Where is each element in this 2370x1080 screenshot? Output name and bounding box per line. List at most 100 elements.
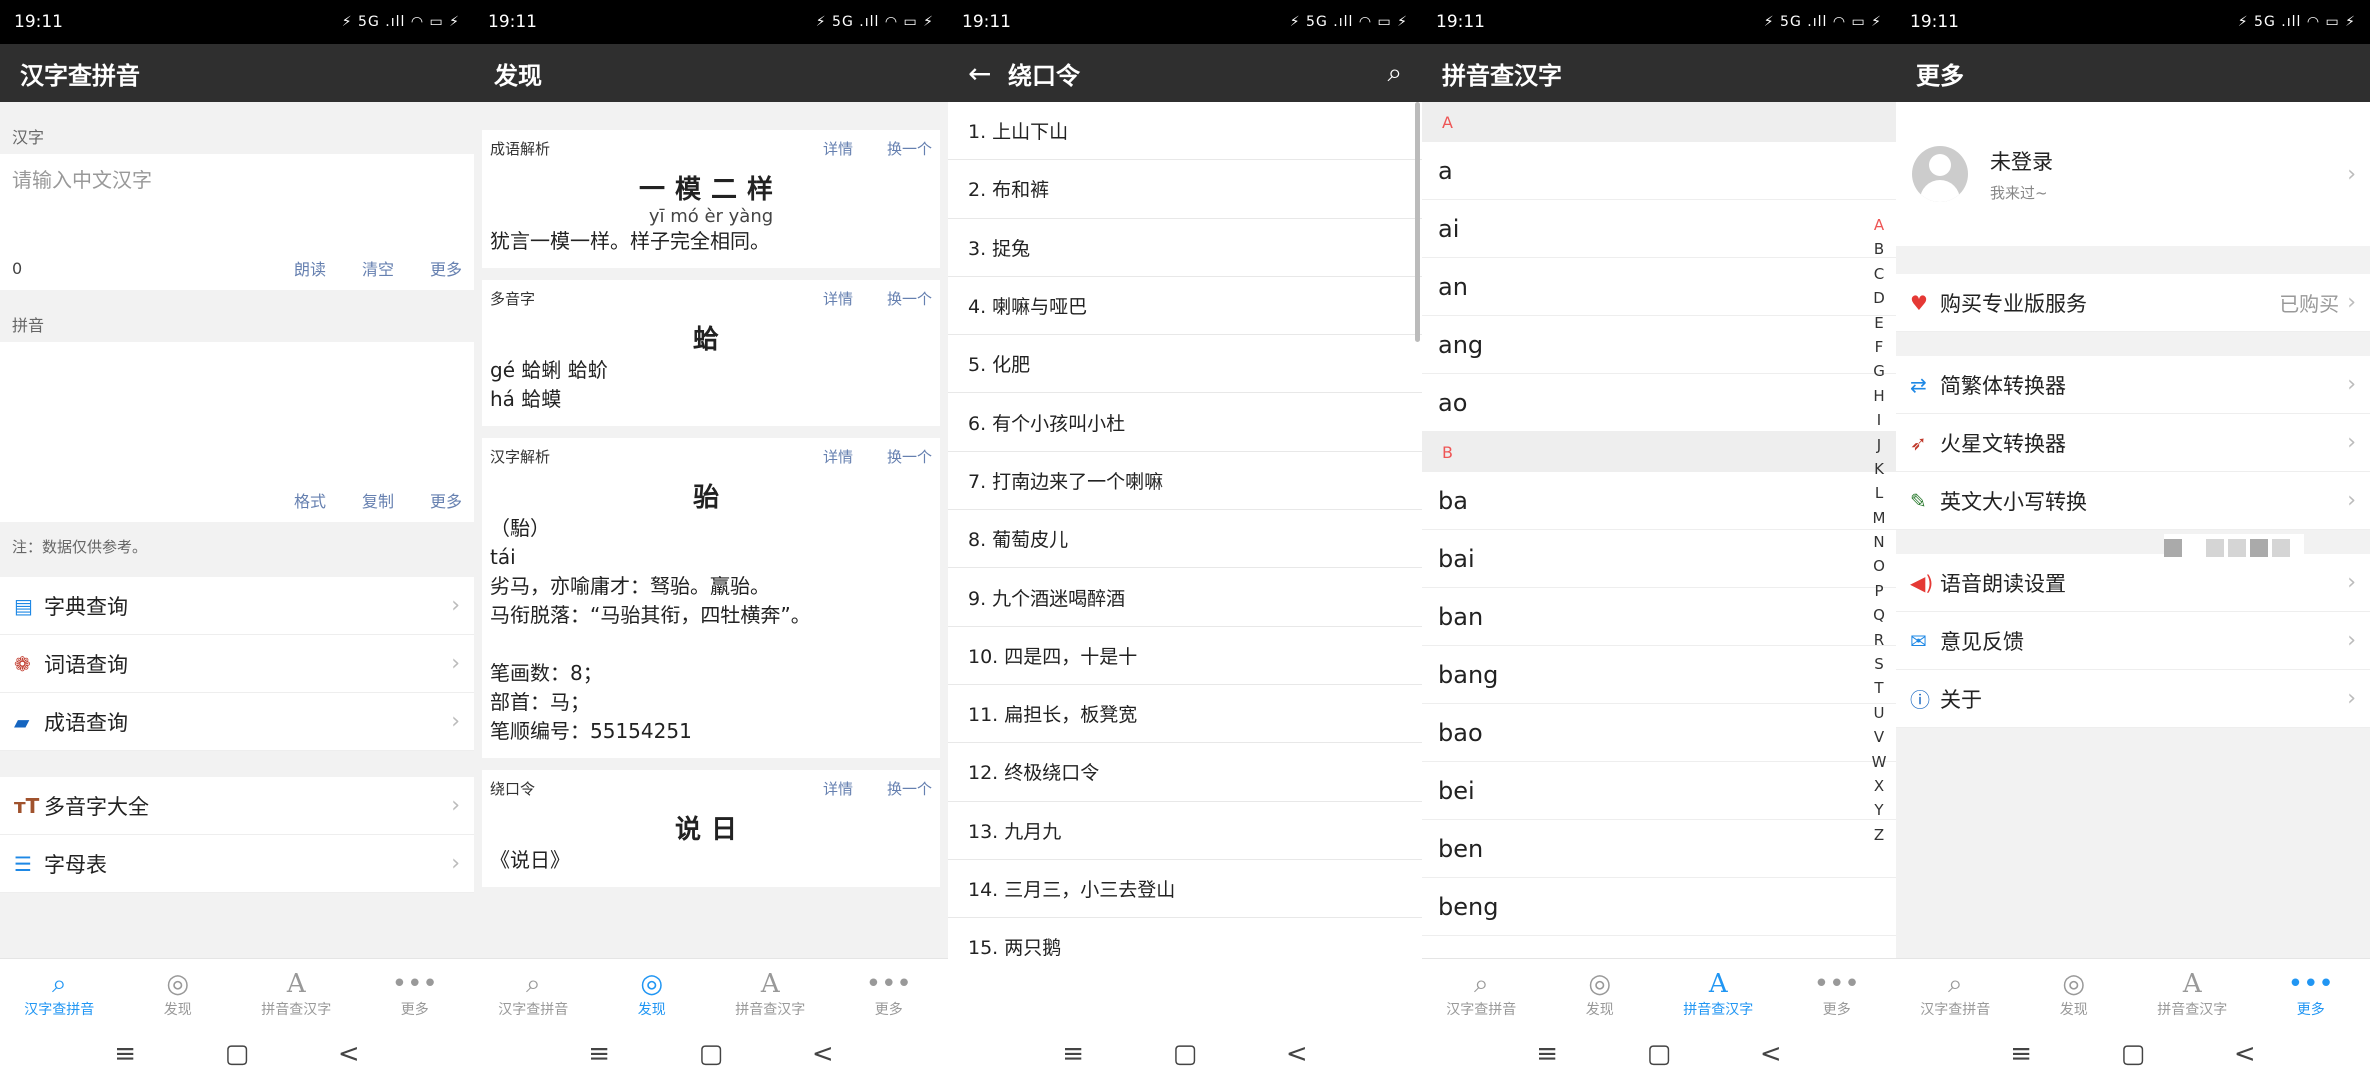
tongue-twister-item[interactable]: 9. 九个酒迷喝醉酒 [948, 568, 1422, 627]
about-row[interactable]: ⓘ 关于 › [1896, 670, 2370, 728]
buy-pro-row[interactable]: ♥ 购买专业版服务 已购买 › [1896, 274, 2370, 332]
pinyin-item[interactable]: bai [1422, 530, 1896, 588]
tab-pinyin-hanzi[interactable]: A 拼音查汉字 [711, 959, 830, 1028]
index-letter[interactable]: Q [1873, 603, 1885, 627]
index-letter[interactable]: J [1877, 433, 1881, 457]
word-query-row[interactable]: ❁ 词语查询 › [0, 635, 474, 693]
details-link[interactable]: 详情 [823, 138, 853, 159]
index-letter[interactable]: N [1873, 530, 1884, 554]
index-letter[interactable]: L [1875, 481, 1883, 505]
tongue-twister-item[interactable]: 2. 布和裤 [948, 160, 1422, 219]
pinyin-item[interactable]: a [1422, 142, 1896, 200]
index-letter[interactable]: P [1874, 579, 1883, 603]
polyphone-row[interactable]: ᴛT 多音字大全 › [0, 777, 474, 835]
tab-discover[interactable]: ◎ 发现 [593, 959, 712, 1028]
home-icon[interactable]: ▢ [2121, 1039, 2146, 1069]
index-letter[interactable]: T [1874, 676, 1883, 700]
pinyin-item[interactable]: bang [1422, 646, 1896, 704]
dictionary-query-row[interactable]: ▤ 字典查询 › [0, 577, 474, 635]
back-icon[interactable]: < [1760, 1039, 1782, 1069]
tongue-twister-item[interactable]: 4. 喇嘛与哑巴 [948, 276, 1422, 336]
swap-link[interactable]: 换一个 [887, 446, 932, 467]
hanzi-input[interactable]: 请输入中文汉字 [0, 154, 474, 250]
index-letter[interactable]: W [1872, 750, 1887, 774]
search-icon[interactable]: ⌕ [1387, 58, 1402, 89]
pinyin-item[interactable]: bei [1422, 762, 1896, 820]
home-icon[interactable]: ▢ [1647, 1039, 1672, 1069]
mars-text-row[interactable]: ➶ 火星文转换器 › [1896, 414, 2370, 472]
index-letter[interactable]: X [1874, 774, 1884, 798]
tongue-twister-item[interactable]: 7. 打南边来了一个喇嘛 [948, 451, 1422, 511]
tongue-twister-item[interactable]: 10. 四是四，十是十 [948, 626, 1422, 685]
index-letter[interactable]: E [1874, 311, 1883, 335]
menu-icon[interactable]: ≡ [588, 1039, 610, 1069]
tongue-twister-item[interactable]: 14. 三月三，小三去登山 [948, 859, 1422, 919]
tab-discover[interactable]: ◎ 发现 [2015, 959, 2134, 1028]
pinyin-item[interactable]: ben [1422, 820, 1896, 878]
index-letter[interactable]: F [1875, 335, 1884, 359]
details-link[interactable]: 详情 [823, 288, 853, 309]
more-button[interactable]: 更多 [430, 256, 462, 280]
tab-hanzi-pinyin[interactable]: ⌕ 汉字查拼音 [1422, 959, 1541, 1028]
menu-icon[interactable]: ≡ [114, 1039, 136, 1069]
back-icon[interactable]: < [338, 1039, 360, 1069]
idiom-query-row[interactable]: ▰ 成语查询 › [0, 693, 474, 751]
tongue-twister-item[interactable]: 13. 九月九 [948, 801, 1422, 860]
index-letter[interactable]: A [1874, 213, 1884, 237]
pinyin-item[interactable]: ao [1422, 374, 1896, 432]
index-letter[interactable]: Z [1874, 823, 1884, 847]
index-letter[interactable]: C [1874, 262, 1884, 286]
profile-row[interactable]: 未登录 我来过~ › [1896, 102, 2370, 246]
tongue-twister-item[interactable]: 8. 葡萄皮儿 [948, 510, 1422, 569]
more-button-2[interactable]: 更多 [430, 488, 462, 512]
pinyin-item[interactable]: beng [1422, 878, 1896, 936]
tongue-twister-item[interactable]: 1. 上山下山 [948, 102, 1422, 161]
tab-hanzi-pinyin[interactable]: ⌕ 汉字查拼音 [0, 959, 119, 1028]
swap-link[interactable]: 换一个 [887, 288, 932, 309]
tongue-twister-item[interactable]: 15. 两只鹅 [948, 918, 1422, 958]
back-arrow-icon[interactable]: ← [968, 57, 1008, 90]
alphabet-index[interactable]: ABCDEFGHIJKLMNOPQRSTUVWXYZ [1868, 213, 1890, 847]
details-link[interactable]: 详情 [823, 446, 853, 467]
home-icon[interactable]: ▢ [699, 1039, 724, 1069]
index-letter[interactable]: D [1873, 286, 1885, 310]
tab-pinyin-hanzi[interactable]: A 拼音查汉字 [237, 959, 356, 1028]
details-link[interactable]: 详情 [823, 778, 853, 799]
index-letter[interactable]: H [1873, 384, 1884, 408]
index-letter[interactable]: S [1874, 652, 1884, 676]
tongue-twister-item[interactable]: 6. 有个小孩叫小杜 [948, 393, 1422, 452]
tab-more[interactable]: ••• 更多 [1778, 959, 1897, 1028]
index-letter[interactable]: R [1874, 628, 1884, 652]
feedback-row[interactable]: ✉ 意见反馈 › [1896, 612, 2370, 670]
pinyin-output[interactable] [0, 342, 474, 482]
index-letter[interactable]: O [1873, 554, 1885, 578]
index-letter[interactable]: G [1873, 359, 1885, 383]
pinyin-item[interactable]: bao [1422, 704, 1896, 762]
tab-hanzi-pinyin[interactable]: ⌕ 汉字查拼音 [474, 959, 593, 1028]
swap-link[interactable]: 换一个 [887, 778, 932, 799]
index-letter[interactable]: K [1874, 457, 1884, 481]
alphabet-row[interactable]: ☰ 字母表 › [0, 835, 474, 893]
tab-pinyin-hanzi[interactable]: A 拼音查汉字 [1659, 959, 1778, 1028]
pinyin-item[interactable]: ba [1422, 472, 1896, 530]
index-letter[interactable]: U [1874, 701, 1885, 725]
pinyin-item[interactable]: ang [1422, 316, 1896, 374]
tab-more[interactable]: ••• 更多 [2252, 959, 2370, 1028]
speech-settings-row[interactable]: ◀) 语音朗读设置 › [1896, 554, 2370, 612]
pinyin-item[interactable]: ban [1422, 588, 1896, 646]
tab-hanzi-pinyin[interactable]: ⌕ 汉字查拼音 [1896, 959, 2015, 1028]
home-icon[interactable]: ▢ [225, 1039, 250, 1069]
pinyin-item[interactable]: an [1422, 258, 1896, 316]
copy-button[interactable]: 复制 [362, 488, 394, 512]
scrollbar[interactable] [1415, 102, 1420, 342]
index-letter[interactable]: I [1877, 408, 1881, 432]
tab-discover[interactable]: ◎ 发现 [119, 959, 238, 1028]
index-letter[interactable]: B [1874, 237, 1884, 261]
tongue-twister-item[interactable]: 12. 终极绕口令 [948, 743, 1422, 802]
index-letter[interactable]: V [1874, 725, 1884, 749]
menu-icon[interactable]: ≡ [1536, 1039, 1558, 1069]
tongue-twister-item[interactable]: 11. 扁担长，板凳宽 [948, 684, 1422, 744]
swap-link[interactable]: 换一个 [887, 138, 932, 159]
pinyin-item[interactable]: ai [1422, 200, 1896, 258]
index-letter[interactable]: Y [1874, 798, 1883, 822]
